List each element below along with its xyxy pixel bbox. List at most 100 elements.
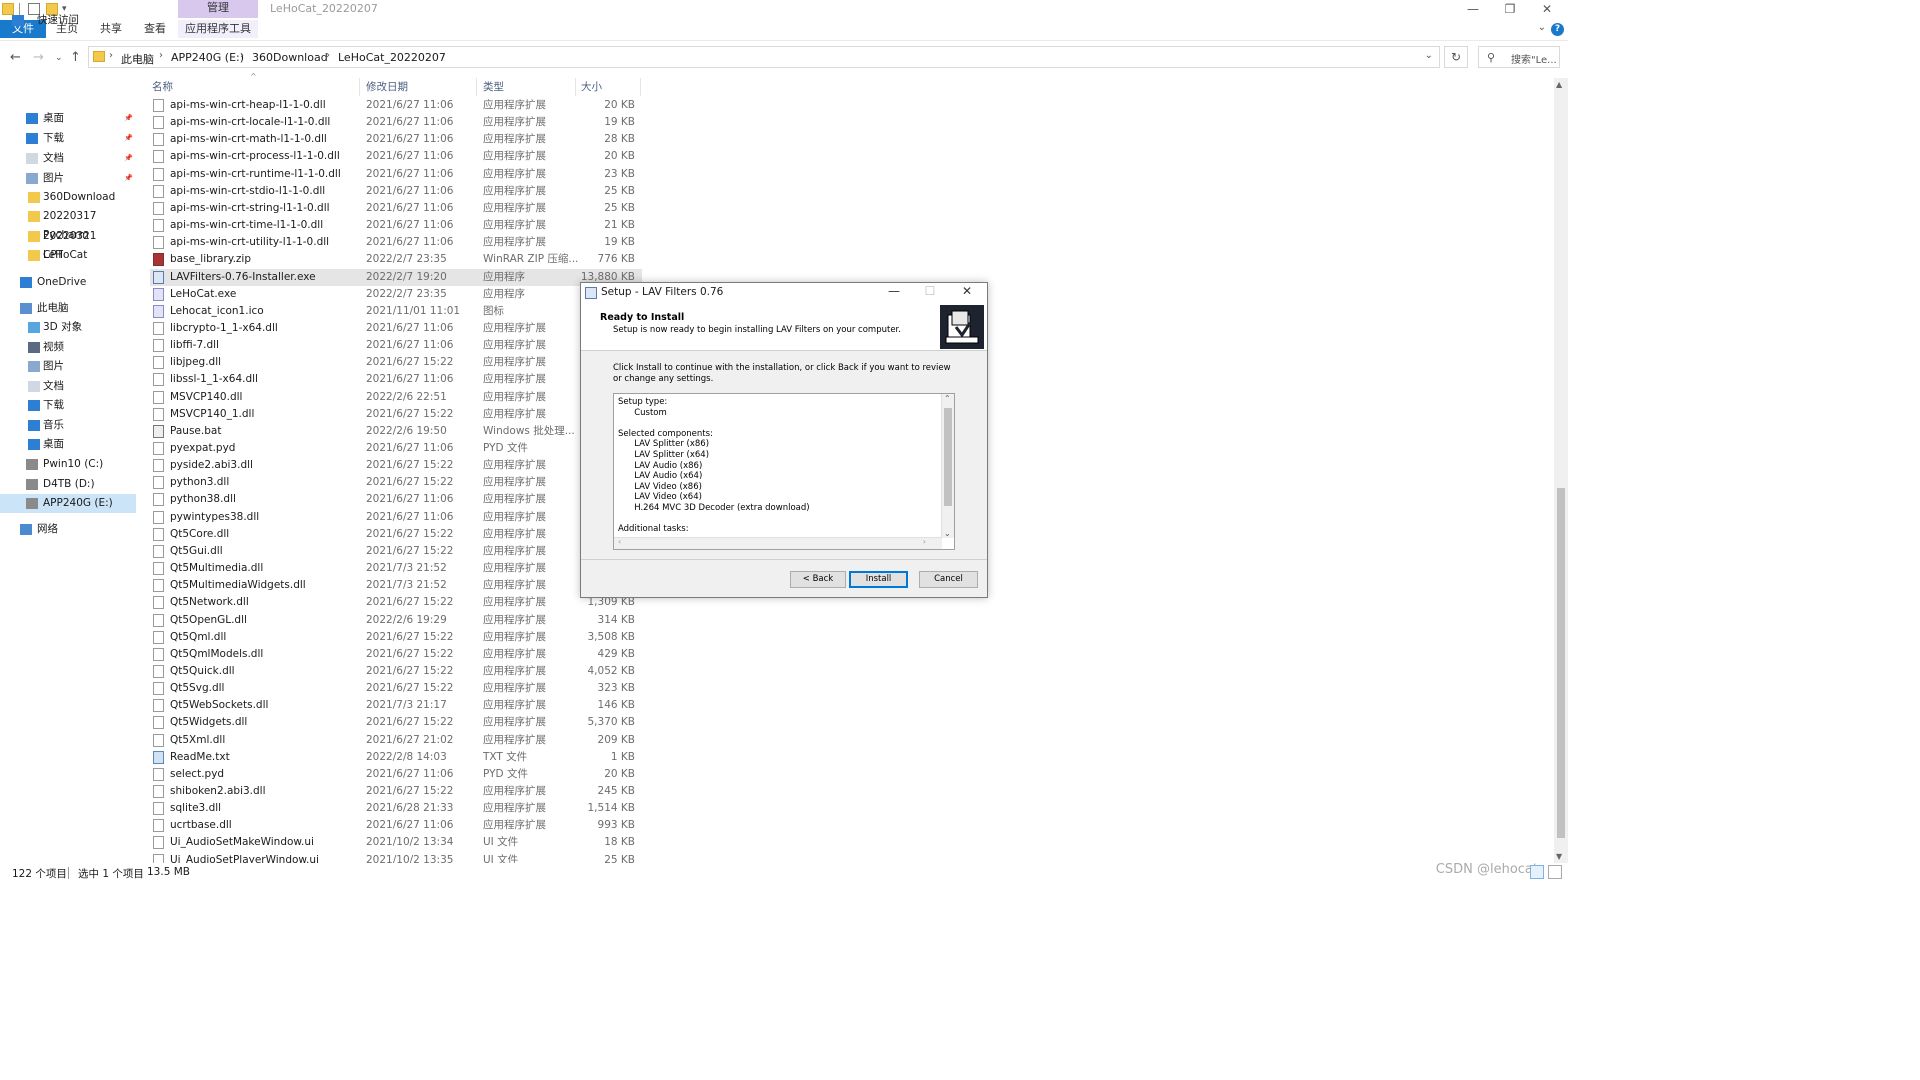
file-row[interactable]: sqlite3.dll 2021/6/28 21:33 应用程序扩展 1,514 KB: [150, 800, 642, 817]
forward-arrow-icon[interactable]: →: [33, 50, 44, 65]
chevron-right-icon[interactable]: ›: [109, 50, 113, 61]
dialog-close-button[interactable]: ✕: [954, 284, 980, 298]
chevron-up-icon[interactable]: ⌃: [944, 394, 951, 403]
file-row[interactable]: api-ms-win-crt-process-l1-1-0.dll 2021/6/…: [150, 148, 642, 165]
chevron-right-icon[interactable]: ›: [159, 50, 163, 61]
file-row[interactable]: api-ms-win-crt-heap-l1-1-0.dll 2021/6/27 …: [150, 97, 642, 114]
breadcrumb-drive[interactable]: APP240G (E:): [171, 51, 244, 64]
file-row[interactable]: Pause.bat 2022/2/6 19:50 Windows 批处理...: [150, 423, 642, 440]
sidebar-item[interactable]: Pwin10 (C:): [0, 455, 136, 474]
file-row[interactable]: api-ms-win-crt-math-l1-1-0.dll 2021/6/27 …: [150, 131, 642, 148]
column-header-size[interactable]: 大小: [581, 78, 602, 96]
restore-button[interactable]: ❐: [1500, 2, 1520, 16]
refresh-button[interactable]: ↻: [1444, 46, 1468, 68]
dialog-title-bar[interactable]: Setup - LAV Filters 0.76 — ☐ ✕: [581, 283, 987, 303]
sidebar-item[interactable]: 快速访问: [0, 11, 136, 30]
large-icons-view-icon[interactable]: [1548, 865, 1562, 879]
sidebar-item[interactable]: 音乐: [0, 416, 136, 435]
file-row[interactable]: LeHoCat.exe 2022/2/7 23:35 应用程序: [150, 286, 642, 303]
file-row[interactable]: libcrypto-1_1-x64.dll 2021/6/27 11:06 应用程序…: [150, 320, 642, 337]
chevron-right-icon[interactable]: ›: [326, 50, 330, 61]
file-row[interactable]: Qt5Xml.dll 2021/6/27 21:02 应用程序扩展 209 KB: [150, 732, 642, 749]
breadcrumb-360download[interactable]: 360Download: [252, 51, 328, 64]
dialog-maximize-button[interactable]: ☐: [917, 284, 943, 298]
sidebar-item[interactable]: D4TB (D:): [0, 475, 136, 494]
sidebar-item[interactable]: 网络: [0, 520, 136, 539]
file-row[interactable]: select.pyd 2021/6/27 11:06 PYD 文件 20 KB: [150, 766, 642, 783]
file-row[interactable]: Qt5Gui.dll 2021/6/27 15:22 应用程序扩展: [150, 543, 642, 560]
scroll-down-icon[interactable]: ▼: [1556, 852, 1562, 861]
file-row[interactable]: shiboken2.abi3.dll 2021/6/27 15:22 应用程序扩展 2…: [150, 783, 642, 800]
pin-icon[interactable]: 📌: [124, 129, 133, 148]
chevron-down-icon[interactable]: ⌄: [1425, 50, 1433, 61]
minimize-button[interactable]: —: [1463, 2, 1483, 16]
back-button[interactable]: < Back: [790, 571, 846, 588]
sidebar-item[interactable]: 3D 对象: [0, 318, 136, 337]
ready-memo[interactable]: Setup type: Custom Selected components: L…: [613, 393, 955, 550]
file-row[interactable]: Qt5WebSockets.dll 2021/7/3 21:17 应用程序扩展 146…: [150, 697, 642, 714]
file-row[interactable]: Qt5Network.dll 2021/6/27 15:22 应用程序扩展 1,309…: [150, 594, 642, 611]
sidebar-item[interactable]: 视频: [0, 338, 136, 357]
file-row[interactable]: Qt5Quick.dll 2021/6/27 15:22 应用程序扩展 4,052 K…: [150, 663, 642, 680]
chevron-right-icon[interactable]: ›: [240, 50, 244, 61]
up-arrow-icon[interactable]: ↑: [70, 50, 81, 65]
file-row[interactable]: api-ms-win-crt-runtime-l1-1-0.dll 2021/6/…: [150, 166, 642, 183]
column-header-name[interactable]: 名称: [152, 78, 173, 96]
scrollbar-thumb[interactable]: [1557, 488, 1565, 838]
help-icon[interactable]: ?: [1551, 23, 1564, 36]
sidebar-item[interactable]: 20220321 LeHoCat: [0, 227, 136, 261]
sidebar-item[interactable]: 桌面 📌: [0, 109, 136, 128]
file-row[interactable]: Lehocat_icon1.ico 2021/11/01 11:01 图标: [150, 303, 642, 320]
vertical-scrollbar[interactable]: ▲ ▼: [1554, 78, 1568, 863]
file-row[interactable]: Qt5Core.dll 2021/6/27 15:22 应用程序扩展: [150, 526, 642, 543]
memo-horizontal-scrollbar[interactable]: ‹ ›: [614, 537, 942, 549]
memo-scrollbar-thumb[interactable]: [944, 408, 952, 506]
sidebar-item[interactable]: 文档: [0, 377, 136, 396]
file-row[interactable]: libssl-1_1-x64.dll 2021/6/27 11:06 应用程序扩展: [150, 371, 642, 388]
sidebar-item[interactable]: 图片: [0, 357, 136, 376]
file-row[interactable]: api-ms-win-crt-stdio-l1-1-0.dll 2021/6/27…: [150, 183, 642, 200]
file-row[interactable]: Qt5Multimedia.dll 2021/7/3 21:52 应用程序扩展: [150, 560, 642, 577]
column-header-date[interactable]: 修改日期: [366, 78, 408, 96]
manage-contextual-tab[interactable]: 管理: [178, 0, 258, 18]
details-view-icon[interactable]: [1530, 865, 1544, 879]
pin-icon[interactable]: 📌: [124, 169, 133, 188]
back-arrow-icon[interactable]: ←: [10, 50, 21, 65]
sidebar-item[interactable]: APP240G (E:): [0, 494, 136, 513]
close-button[interactable]: ✕: [1537, 2, 1557, 16]
chevron-left-icon[interactable]: ‹: [618, 537, 621, 546]
sidebar-item[interactable]: OneDrive: [0, 273, 136, 292]
sidebar-item[interactable]: 360Download: [0, 188, 136, 207]
file-row[interactable]: libjpeg.dll 2021/6/27 15:22 应用程序扩展: [150, 354, 642, 371]
file-row[interactable]: MSVCP140.dll 2022/2/6 22:51 应用程序扩展: [150, 389, 642, 406]
file-row[interactable]: ucrtbase.dll 2021/6/27 11:06 应用程序扩展 993 KB: [150, 817, 642, 834]
breadcrumb-this-pc[interactable]: 此电脑: [121, 51, 154, 67]
file-row[interactable]: api-ms-win-crt-utility-l1-1-0.dll 2021/6/…: [150, 234, 642, 251]
file-row[interactable]: Qt5Svg.dll 2021/6/27 15:22 应用程序扩展 323 KB: [150, 680, 642, 697]
address-bar[interactable]: › 此电脑 › APP240G (E:) › 360Download › LeH…: [88, 46, 1440, 68]
column-header-type[interactable]: 类型: [483, 78, 504, 96]
ribbon-expand-icon[interactable]: ⌄: [1538, 22, 1546, 33]
file-row[interactable]: base_library.zip 2022/2/7 23:35 WinRAR ZIP…: [150, 251, 642, 268]
tab-view[interactable]: 查看: [140, 20, 170, 38]
install-button[interactable]: Install: [849, 571, 908, 588]
file-row[interactable]: Ui_AudioSetMakeWindow.ui 2021/10/2 13:34 U…: [150, 834, 642, 851]
sidebar-item[interactable]: CPT: [0, 246, 136, 265]
sidebar-item[interactable]: 下载 📌: [0, 129, 136, 148]
sidebar-item[interactable]: 此电脑: [0, 299, 136, 318]
file-row[interactable]: pyside2.abi3.dll 2021/6/27 15:22 应用程序扩展: [150, 457, 642, 474]
file-row[interactable]: MSVCP140_1.dll 2021/6/27 15:22 应用程序扩展: [150, 406, 642, 423]
pin-icon[interactable]: 📌: [124, 149, 133, 168]
column-divider[interactable]: [640, 78, 641, 96]
file-row[interactable]: pyexpat.pyd 2021/6/27 11:06 PYD 文件: [150, 440, 642, 457]
memo-vertical-scrollbar[interactable]: ⌃ ⌄: [941, 394, 954, 538]
file-row[interactable]: Qt5OpenGL.dll 2022/2/6 19:29 应用程序扩展 314 KB: [150, 612, 642, 629]
dialog-minimize-button[interactable]: —: [881, 284, 907, 298]
breadcrumb-current-folder[interactable]: LeHoCat_20220207: [338, 51, 446, 64]
file-row[interactable]: LAVFilters-0.76-Installer.exe 2022/2/7 19…: [150, 268, 642, 286]
chevron-right-icon[interactable]: ›: [923, 537, 926, 546]
file-row[interactable]: Qt5QmlModels.dll 2021/6/27 15:22 应用程序扩展 429…: [150, 646, 642, 663]
cancel-button[interactable]: Cancel: [919, 571, 978, 588]
file-row[interactable]: Qt5MultimediaWidgets.dll 2021/7/3 21:52 应用…: [150, 577, 642, 594]
sidebar-item[interactable]: 20220317 Pycharm: [0, 207, 136, 241]
